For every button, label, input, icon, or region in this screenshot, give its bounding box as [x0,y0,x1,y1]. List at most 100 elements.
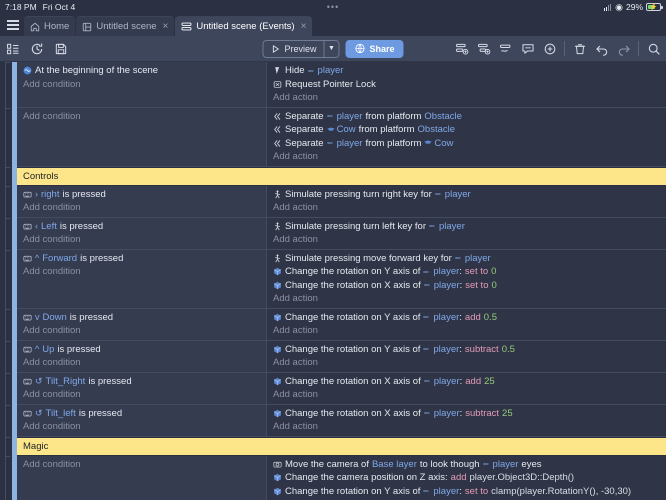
actions-column[interactable]: Change the rotation on X axis of player: a… [267,372,666,404]
instruction-row[interactable]: Move the camera of Base layer to look thou… [273,458,662,472]
actions-column[interactable]: Hide player Request Pointer Lock Add action [267,62,666,107]
instruction-row[interactable]: Separate Cow from platform Obstacle [273,123,662,137]
add-condition-button[interactable]: Add condition [23,201,262,215]
add-action-button[interactable]: Add action [273,233,662,247]
tab-close-icon[interactable]: × [163,21,169,32]
event-group-row[interactable]: Controls [12,166,666,186]
tab-untitled-scene[interactable]: Untitled scene × [76,16,175,36]
conditions-column[interactable]: ‹ Left is pressed Add condition [17,217,267,249]
event-row[interactable]: v Down is pressed Add condition Change the r… [12,308,666,341]
actions-column[interactable]: Change the rotation on X axis of player: s… [267,404,666,436]
event-row[interactable]: ^ Up is pressed Add condition Change the rot… [12,340,666,373]
add-action-button[interactable]: Add action [273,292,662,306]
add-comment-icon[interactable] [520,41,535,56]
instruction-row[interactable]: Separate player from platform Obstacle [273,110,662,124]
instruction-row[interactable]: ‹ Left is pressed [23,220,262,234]
actions-column[interactable]: Change the rotation on Y axis of player: s… [267,340,666,372]
instruction-row[interactable]: Change the rotation on X axis of player:s… [273,279,662,293]
tab-untitled-scene-events[interactable]: Untitled scene (Events) × [175,16,313,36]
add-condition-button[interactable]: Add condition [23,458,262,472]
event-row[interactable]: Add condition Move the camera of Base laye… [12,455,666,500]
add-action-button[interactable]: Add action [273,201,662,215]
add-condition-button[interactable]: Add condition [23,265,262,279]
actions-column[interactable]: Move the camera of Base layer to look thou… [267,455,666,500]
conditions-column[interactable]: › right is pressed Add condition [17,185,267,217]
actions-column[interactable]: Simulate pressing turn left key for playe… [267,217,666,249]
instruction-row[interactable]: Change the rotation on Y axis of player: s… [273,485,662,499]
add-object-icon[interactable] [542,41,557,56]
event-row[interactable]: ‹ Left is pressed Add condition Simulate pre… [12,217,666,250]
add-event-icon[interactable] [454,41,469,56]
instruction-row[interactable]: Change the rotation on X axis of player:s… [273,407,662,421]
instruction-row[interactable]: Change the rotation on X axis of player: a… [273,375,662,389]
event-row[interactable]: At the beginning of the scene Add conditi… [12,62,666,108]
search-icon[interactable] [646,41,661,56]
event-row[interactable]: ↺ Tilt_left is pressed Add condition Change … [12,404,666,437]
instruction-row[interactable]: ↺ Tilt_Right is pressed [23,375,262,389]
add-action-button[interactable]: Add action [273,356,662,370]
instruction-row[interactable]: Change the rotation on Y axis of player: s… [273,265,662,279]
add-condition-button[interactable]: Add condition [23,356,262,370]
event-row[interactable]: Add condition Separate player from platform… [12,107,666,167]
menu-icon[interactable] [2,14,24,36]
add-condition-button[interactable]: Add condition [23,420,262,434]
conditions-column[interactable]: ^ Forward is pressed Add condition [17,249,267,308]
instruction-row[interactable]: › right is pressed [23,188,262,202]
save-icon[interactable] [53,41,68,56]
instruction-row[interactable]: Simulate pressing turn left key for playe… [273,220,662,234]
add-action-button[interactable]: Add action [273,388,662,402]
instruction-row[interactable]: Simulate pressing turn right key for play… [273,188,662,202]
add-action-button[interactable]: Add action [273,324,662,338]
add-sub-event-icon[interactable] [476,41,491,56]
conditions-column[interactable]: Add condition [17,107,267,166]
instruction-row[interactable]: Change the rotation on Y axis of player: s… [273,343,662,357]
redo-icon[interactable] [616,41,631,56]
instruction-row[interactable]: ^ Forward is pressed [23,252,262,266]
instruction-row[interactable]: Hide player [273,64,662,78]
add-condition-button[interactable]: Add condition [23,233,262,247]
event-group-row[interactable]: Magic [12,436,666,456]
conditions-column[interactable]: Add condition [17,455,267,500]
add-action-button[interactable]: Add action [273,91,662,105]
add-condition-button[interactable]: Add condition [23,324,262,338]
group-title[interactable]: Magic [23,441,48,452]
actions-column[interactable]: Change the rotation on Y axis of player: a… [267,308,666,340]
add-action-button[interactable]: Add action [273,150,662,164]
add-condition-button[interactable]: Add condition [23,388,262,402]
conditions-column[interactable]: v Down is pressed Add condition [17,308,267,340]
project-manager-icon[interactable] [5,41,20,56]
actions-column[interactable]: Simulate pressing turn right key for play… [267,185,666,217]
instruction-row[interactable]: Separate player from platform Cow [273,137,662,151]
actions-column[interactable]: Separate player from platform Obstacle Separ… [267,107,666,166]
chevron-down-icon[interactable]: ▼ [323,40,339,57]
instruction-row[interactable]: ^ Up is pressed [23,343,262,357]
instruction-row[interactable]: ↺ Tilt_left is pressed [23,407,262,421]
instruction-row[interactable]: Request Pointer Lock [273,78,662,92]
actions-column[interactable]: Simulate pressing move forward key for pl… [267,249,666,308]
tab-close-icon[interactable]: × [301,21,307,32]
instruction-row[interactable]: Simulate pressing move forward key for pl… [273,252,662,266]
undo-icon[interactable] [594,41,609,56]
events-sheet[interactable]: At the beginning of the scene Add conditi… [0,62,666,500]
instruction-row[interactable]: At the beginning of the scene [23,64,262,78]
conditions-column[interactable]: ↺ Tilt_left is pressed Add condition [17,404,267,436]
instruction-row[interactable]: Change the rotation on Y axis of player: a… [273,311,662,325]
add-condition-button[interactable]: Add condition [23,110,262,124]
conditions-column[interactable]: ↺ Tilt_Right is pressed Add condition [17,372,267,404]
delete-icon[interactable] [572,41,587,56]
event-row[interactable]: › right is pressed Add condition Simulate pr… [12,185,666,218]
conditions-column[interactable]: At the beginning of the scene Add conditi… [17,62,267,107]
add-condition-icon[interactable] [498,41,513,56]
instruction-row[interactable]: Change the camera position on Z axis: add… [273,471,662,485]
event-row[interactable]: ^ Forward is pressed Add condition Simulate … [12,249,666,309]
share-button[interactable]: Share [345,39,404,58]
instruction-row[interactable]: v Down is pressed [23,311,262,325]
history-icon[interactable] [29,41,44,56]
add-condition-button[interactable]: Add condition [23,78,262,92]
tab-home[interactable]: Home [24,16,76,36]
preview-button[interactable]: Preview [263,41,323,57]
add-action-button[interactable]: Add action [273,420,662,434]
event-row[interactable]: ↺ Tilt_Right is pressed Add condition Change… [12,372,666,405]
group-title[interactable]: Controls [23,171,58,182]
conditions-column[interactable]: ^ Up is pressed Add condition [17,340,267,372]
